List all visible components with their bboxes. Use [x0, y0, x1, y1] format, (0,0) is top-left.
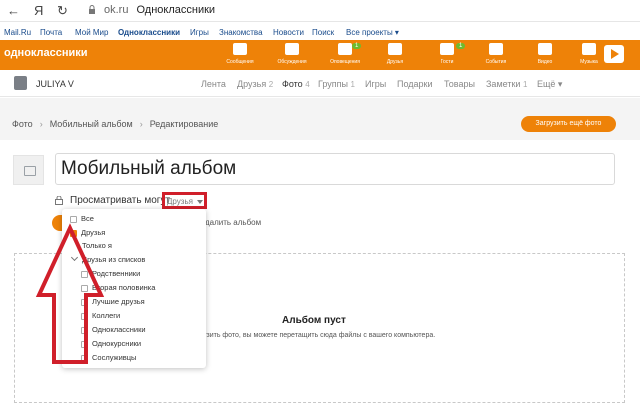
site-header: одноклассники Сообщения Обсуждения Опове… [0, 40, 640, 70]
lock-icon [89, 5, 95, 14]
portal-link-dating[interactable]: Знакомства [219, 28, 263, 37]
checkbox[interactable] [70, 215, 77, 223]
checkbox[interactable] [81, 340, 88, 348]
highlight-frame [162, 192, 207, 209]
checkbox[interactable] [81, 284, 88, 292]
checkbox[interactable] [81, 270, 88, 278]
album-cover-icon[interactable] [13, 155, 44, 185]
tab-gifts[interactable]: Подарки [397, 79, 433, 89]
notifications-badge: 1 [352, 43, 362, 49]
portal-link-news[interactable]: Новости [273, 28, 304, 37]
tab-games[interactable]: Игры [365, 79, 386, 89]
play-icon[interactable] [604, 45, 624, 63]
breadcrumb-separator: › [39, 119, 43, 129]
back-icon[interactable]: ← [7, 3, 20, 18]
empty-album-hint: узить фото, вы можете перетащить сюда фа… [203, 332, 436, 339]
chevron-down-icon [70, 253, 79, 262]
ok-logo[interactable]: одноклассники [4, 47, 88, 59]
tab-friends[interactable]: Друзья 2 [237, 79, 273, 89]
tab-more[interactable]: Ещё ▾ [537, 79, 562, 90]
delete-album-link[interactable]: далить альбом [205, 218, 261, 227]
option-partner[interactable]: Вторая половинка [81, 283, 155, 292]
bell-icon [338, 43, 352, 55]
username[interactable]: JULIYA V [36, 79, 74, 89]
privacy-label: Просматривать могут [70, 195, 171, 206]
ruble-icon [489, 43, 503, 55]
option-classmates[interactable]: Одноклассники [81, 325, 146, 334]
friends-icon [388, 43, 402, 55]
portal-link-mail[interactable]: Почта [40, 28, 62, 37]
music-button[interactable]: Музыка [569, 43, 609, 65]
option-groupmates[interactable]: Однокурсники [81, 339, 141, 348]
portal-link-ok[interactable]: Одноклассники [118, 28, 180, 37]
video-icon [538, 43, 552, 55]
browser-toolbar: ← Я ↻ ok.ru Одноклассники [0, 0, 640, 22]
lock-icon [55, 196, 63, 205]
checkbox[interactable] [81, 326, 88, 334]
discussions-button[interactable]: Обсуждения [272, 43, 312, 65]
option-all[interactable]: Все [70, 214, 94, 223]
privacy-dropdown: Все Друзья Только я Друзья из списков Ро… [62, 209, 206, 368]
tab-feed[interactable]: Лента [201, 79, 226, 89]
checkbox[interactable] [81, 354, 88, 362]
portal-link-myworld[interactable]: Мой Мир [75, 28, 108, 37]
option-relatives[interactable]: Родственники [81, 269, 140, 278]
footprints-icon [440, 43, 454, 55]
friends-button[interactable]: Друзья [375, 43, 415, 65]
breadcrumb: Фото › Мобильный альбом › Редактирование [12, 119, 218, 129]
portal-link-games[interactable]: Игры [190, 28, 209, 37]
video-button[interactable]: Видео [525, 43, 565, 65]
checkbox-checked[interactable] [70, 229, 77, 237]
portal-link-search[interactable]: Поиск [312, 28, 334, 37]
portal-link-mailru[interactable]: Mail.Ru [4, 28, 31, 37]
option-best-friends[interactable]: Лучшие друзья [81, 297, 145, 306]
url-domain: ok.ru [104, 4, 129, 16]
empty-album-title: Альбом пуст [282, 315, 346, 326]
messages-button[interactable]: Сообщения [220, 43, 260, 65]
music-icon [582, 43, 596, 55]
envelope-icon [233, 43, 247, 55]
tab-goods[interactable]: Товары [444, 79, 475, 89]
yandex-logo-icon[interactable]: Я [34, 3, 43, 18]
breadcrumb-photos[interactable]: Фото [12, 119, 33, 129]
option-friends[interactable]: Друзья [70, 228, 105, 237]
tab-groups[interactable]: Группы 1 [318, 79, 355, 89]
tab-notes[interactable]: Заметки 1 [486, 79, 527, 89]
portal-nav: Mail.Ru Почта Мой Мир Одноклассники Игры… [0, 23, 640, 40]
album-name-input[interactable]: Мобильный альбом [55, 153, 615, 185]
address-bar[interactable]: ok.ru Одноклассники [104, 4, 215, 16]
breadcrumb-editing: Редактирование [149, 119, 219, 129]
chat-icon [285, 43, 299, 55]
option-colleagues[interactable]: Коллеги [81, 311, 120, 320]
page-title: Одноклассники [136, 4, 216, 16]
option-fellow-servicemen[interactable]: Сослуживцы [81, 353, 136, 362]
breadcrumb-separator: › [139, 119, 143, 129]
option-only-me[interactable]: Только я [82, 241, 112, 250]
profile-bar: JULIYA V Лента Друзья 2 Фото 4 Группы 1 … [0, 71, 640, 97]
guests-badge: 1 [456, 43, 466, 49]
checkbox[interactable] [81, 298, 88, 306]
breadcrumb-album[interactable]: Мобильный альбом [50, 119, 133, 129]
events-button[interactable]: События [476, 43, 516, 65]
avatar[interactable] [14, 76, 27, 90]
upload-more-button[interactable]: Загрузить ещё фото [521, 116, 616, 132]
reload-icon[interactable]: ↻ [57, 3, 68, 19]
portal-link-all-projects[interactable]: Все проекты ▾ [346, 28, 399, 37]
tab-photos[interactable]: Фото 4 [282, 79, 310, 89]
option-friends-from-lists[interactable]: Друзья из списков [70, 253, 145, 264]
checkbox[interactable] [81, 312, 88, 320]
